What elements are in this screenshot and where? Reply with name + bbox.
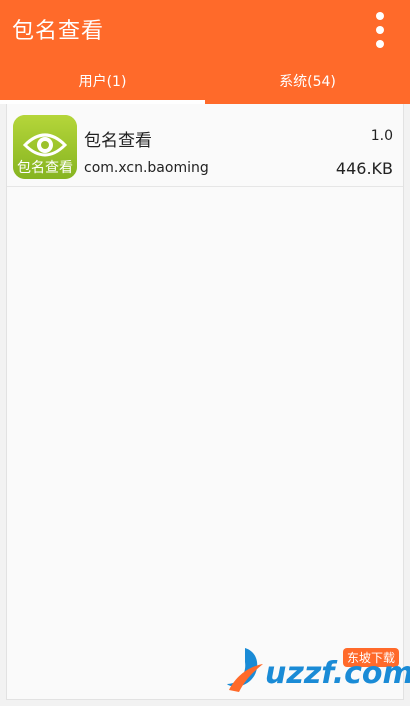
tab-user[interactable]: 用户(1) xyxy=(0,58,205,104)
screen: 包名查看 用户(1) 系统(54) 包名查看 包名查看 1.0 com.xcn.… xyxy=(0,0,410,706)
watermark-logo-icon xyxy=(227,648,263,692)
overflow-dot xyxy=(376,26,384,34)
overflow-dot xyxy=(376,40,384,48)
app-title: 包名查看 xyxy=(12,19,105,44)
tab-system-label: 系统(54) xyxy=(279,74,336,90)
overflow-dot xyxy=(376,12,384,20)
app-list: 包名查看 包名查看 1.0 com.xcn.baoming 446.KB xyxy=(6,104,404,700)
tab-system[interactable]: 系统(54) xyxy=(205,58,410,104)
app-icon: 包名查看 xyxy=(13,115,77,179)
app-name: 包名查看 xyxy=(84,131,152,151)
watermark-brand: uzzf.com xyxy=(265,656,410,691)
list-item[interactable]: 包名查看 包名查看 1.0 com.xcn.baoming 446.KB xyxy=(7,110,403,187)
app-size: 446.KB xyxy=(335,159,393,178)
tab-user-label: 用户(1) xyxy=(78,74,127,90)
more-vert-icon[interactable] xyxy=(368,10,392,50)
tab-bar: 用户(1) 系统(54) xyxy=(0,58,410,104)
watermark: 东坡下载 uzzf.com xyxy=(225,640,410,696)
package-name: com.xcn.baoming xyxy=(84,160,209,176)
app-bar: 包名查看 xyxy=(0,0,410,58)
app-icon-label: 包名查看 xyxy=(17,160,73,176)
app-version: 1.0 xyxy=(370,128,393,144)
